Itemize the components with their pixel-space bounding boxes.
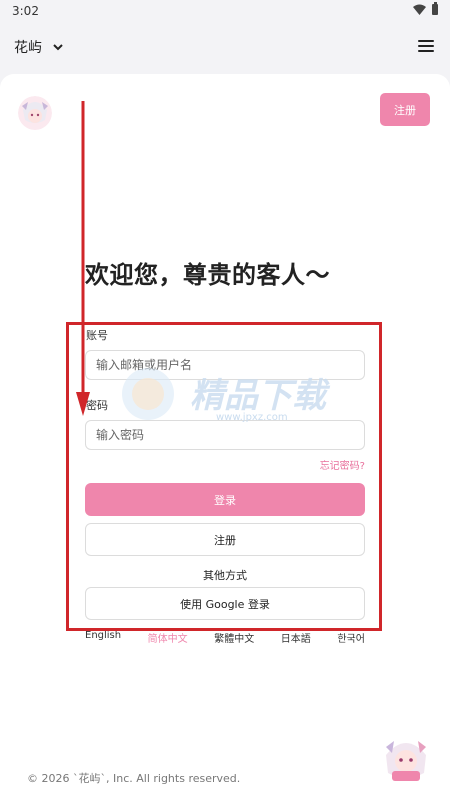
account-label: 账号: [86, 329, 108, 342]
wifi-icon: [413, 4, 426, 15]
language-selector: English 简体中文 繁體中文 日本語 한국어: [85, 630, 365, 646]
google-login-button[interactable]: 使用 Google 登录: [85, 587, 365, 620]
password-input[interactable]: [85, 420, 365, 450]
app-title[interactable]: 花屿: [14, 37, 42, 57]
page-title: 欢迎您，尊贵的客人〜: [85, 261, 330, 289]
language-option[interactable]: 繁體中文: [214, 630, 254, 646]
header-register-button[interactable]: 注册: [380, 93, 430, 126]
status-icons: [413, 2, 438, 15]
avatar-icon[interactable]: [18, 96, 52, 130]
language-option[interactable]: English: [85, 630, 121, 646]
language-option[interactable]: 한국어: [337, 630, 365, 646]
app-bar: 花屿: [0, 22, 450, 72]
other-methods-label: 其他方式: [203, 569, 247, 582]
assistant-avatar-icon[interactable]: [380, 733, 432, 785]
forgot-password-link[interactable]: 忘记密码?: [300, 457, 365, 472]
chevron-down-icon[interactable]: [52, 41, 64, 53]
battery-icon: [432, 2, 438, 15]
password-label: 密码: [86, 399, 108, 412]
account-input[interactable]: [85, 350, 365, 380]
status-time: 3:02: [12, 4, 39, 18]
login-button[interactable]: 登录: [85, 483, 365, 516]
language-option-active[interactable]: 简体中文: [148, 630, 188, 646]
language-option[interactable]: 日本語: [281, 630, 311, 646]
menu-icon[interactable]: [418, 40, 434, 52]
footer-copyright: © 2026 `花屿`, Inc. All rights reserved.: [27, 772, 241, 785]
register-button[interactable]: 注册: [85, 523, 365, 556]
status-bar: 3:02: [0, 0, 450, 22]
